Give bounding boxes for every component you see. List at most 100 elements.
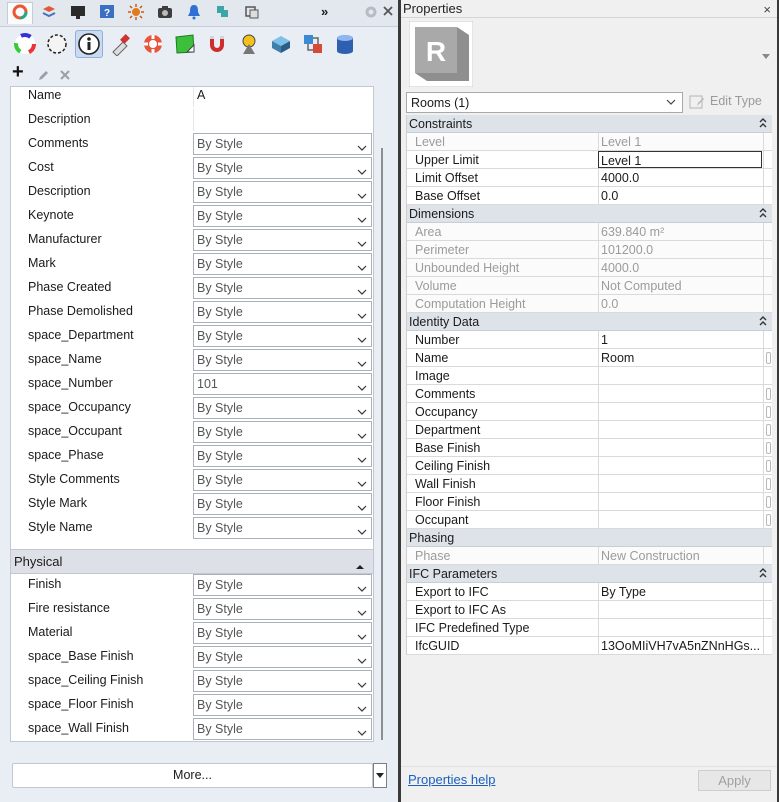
browse-button-icon[interactable] (766, 352, 771, 364)
property-value-dropdown[interactable]: By Style (193, 205, 372, 227)
box-tool-button[interactable] (267, 30, 295, 58)
parameter-value[interactable]: By Type (598, 583, 762, 600)
parameter-value[interactable]: Room (598, 349, 762, 366)
properties-help-link[interactable]: Properties help (408, 772, 495, 787)
property-name: space_Wall Finish (28, 721, 129, 735)
parameter-value[interactable] (598, 385, 762, 402)
parameter-value[interactable] (598, 457, 762, 474)
palette-scroll-arrow-icon[interactable] (761, 52, 771, 60)
tabs-overflow-button[interactable]: » (321, 4, 328, 19)
physical-section-header[interactable]: Physical (11, 549, 373, 574)
green-patch-tool-button[interactable] (171, 30, 199, 58)
edit-type-button[interactable]: Edit Type (689, 92, 769, 113)
property-row: Phase Demolished By Style (11, 300, 373, 324)
property-value-field[interactable] (193, 109, 372, 131)
property-value-dropdown[interactable]: By Style (193, 622, 372, 644)
delete-x-icon[interactable] (59, 69, 71, 81)
parameter-name: Ceiling Finish (415, 459, 491, 473)
property-value-dropdown[interactable]: By Style (193, 493, 372, 515)
edit-pencil-icon[interactable] (37, 69, 50, 82)
add-icon[interactable]: + (12, 61, 24, 84)
property-value-dropdown[interactable]: By Style (193, 181, 372, 203)
properties-scrollbar[interactable] (772, 115, 776, 655)
browse-button-icon[interactable] (766, 424, 771, 436)
browse-button-icon[interactable] (766, 442, 771, 454)
parameter-value[interactable] (598, 601, 762, 618)
property-value-dropdown[interactable]: By Style (193, 397, 372, 419)
property-value-field[interactable]: A (193, 87, 372, 107)
parameter-value[interactable]: 0.0 (598, 187, 762, 204)
parameter-value[interactable] (598, 475, 762, 492)
property-value-dropdown[interactable]: By Style (193, 718, 372, 740)
type-selector[interactable]: Rooms (1) (406, 92, 683, 113)
color-tool-button[interactable] (11, 30, 39, 58)
tab-help-page[interactable]: ? (94, 2, 120, 24)
tab-display[interactable] (65, 2, 91, 24)
property-value-dropdown[interactable]: By Style (193, 229, 372, 251)
panel-close-icon[interactable] (382, 5, 394, 20)
property-value-dropdown[interactable]: By Style (193, 421, 372, 443)
parameter-value[interactable] (598, 403, 762, 420)
lifebuoy-tool-button[interactable] (139, 30, 167, 58)
parameter-value[interactable]: 4000.0 (598, 169, 762, 186)
property-value-dropdown[interactable]: By Style (193, 694, 372, 716)
property-value-dropdown[interactable]: By Style (193, 670, 372, 692)
browse-button-icon[interactable] (766, 388, 771, 400)
parameter-value[interactable] (598, 421, 762, 438)
property-value-dropdown[interactable]: By Style (193, 646, 372, 668)
tab-camera[interactable] (152, 2, 178, 24)
apply-button[interactable]: Apply (698, 770, 771, 791)
category-header[interactable]: Identity Data (407, 313, 773, 331)
object-properties-tool-button[interactable] (75, 30, 103, 58)
parameter-value[interactable]: 13OoMIiVH7vA5nZNnHGs... (598, 637, 762, 654)
property-value-dropdown[interactable]: By Style (193, 574, 372, 596)
close-button[interactable]: × (763, 2, 771, 17)
category-header[interactable]: Constraints (407, 115, 773, 133)
category-header[interactable]: IFC Parameters (407, 565, 773, 583)
database-tool-button[interactable] (331, 30, 359, 58)
property-value-dropdown[interactable]: By Style (193, 277, 372, 299)
browse-button-icon[interactable] (766, 496, 771, 508)
pencil-tool-tool-button[interactable] (107, 30, 135, 58)
tab-color-wheel[interactable] (7, 2, 33, 24)
parameter-value[interactable]: Level 1 (598, 151, 762, 168)
property-value-dropdown[interactable]: 101 (193, 373, 372, 395)
property-value-dropdown[interactable]: By Style (193, 301, 372, 323)
panel-settings-gear-icon[interactable] (364, 5, 378, 22)
magnet-tool-button[interactable] (203, 30, 231, 58)
light-tool-button[interactable] (235, 30, 263, 58)
chevron-down-icon (357, 654, 367, 664)
property-value-dropdown[interactable]: By Style (193, 598, 372, 620)
property-value-dropdown[interactable]: By Style (193, 325, 372, 347)
tab-object[interactable] (239, 2, 265, 24)
property-value-dropdown[interactable]: By Style (193, 253, 372, 275)
parameter-value[interactable] (598, 493, 762, 510)
parameter-value[interactable] (598, 619, 762, 636)
tab-bell[interactable] (181, 2, 207, 24)
browse-button-icon[interactable] (766, 478, 771, 490)
tab-layers[interactable] (36, 2, 62, 24)
property-value-dropdown[interactable]: By Style (193, 349, 372, 371)
property-value-dropdown[interactable]: By Style (193, 157, 372, 179)
browse-button-icon[interactable] (766, 514, 771, 526)
property-value: By Style (197, 185, 243, 199)
tab-plugin[interactable] (210, 2, 236, 24)
browse-button-icon[interactable] (766, 406, 771, 418)
category-header[interactable]: Dimensions (407, 205, 773, 223)
parameter-value[interactable] (598, 511, 762, 528)
tab-sun[interactable] (123, 2, 149, 24)
property-value-dropdown[interactable]: By Style (193, 445, 372, 467)
parameter-value[interactable] (598, 439, 762, 456)
more-button[interactable]: More... (12, 763, 373, 788)
network-tool-button[interactable] (299, 30, 327, 58)
parameter-value[interactable]: 1 (598, 331, 762, 348)
property-value-dropdown[interactable]: By Style (193, 469, 372, 491)
browse-button-icon[interactable] (766, 460, 771, 472)
property-value-dropdown[interactable]: By Style (193, 133, 372, 155)
property-list-scrollbar[interactable] (381, 148, 383, 740)
category-header[interactable]: Phasing (407, 529, 773, 547)
more-dropdown-button[interactable] (373, 763, 387, 788)
parameter-value[interactable] (598, 367, 762, 384)
property-value-dropdown[interactable]: By Style (193, 517, 372, 539)
material-tool-button[interactable] (43, 30, 71, 58)
